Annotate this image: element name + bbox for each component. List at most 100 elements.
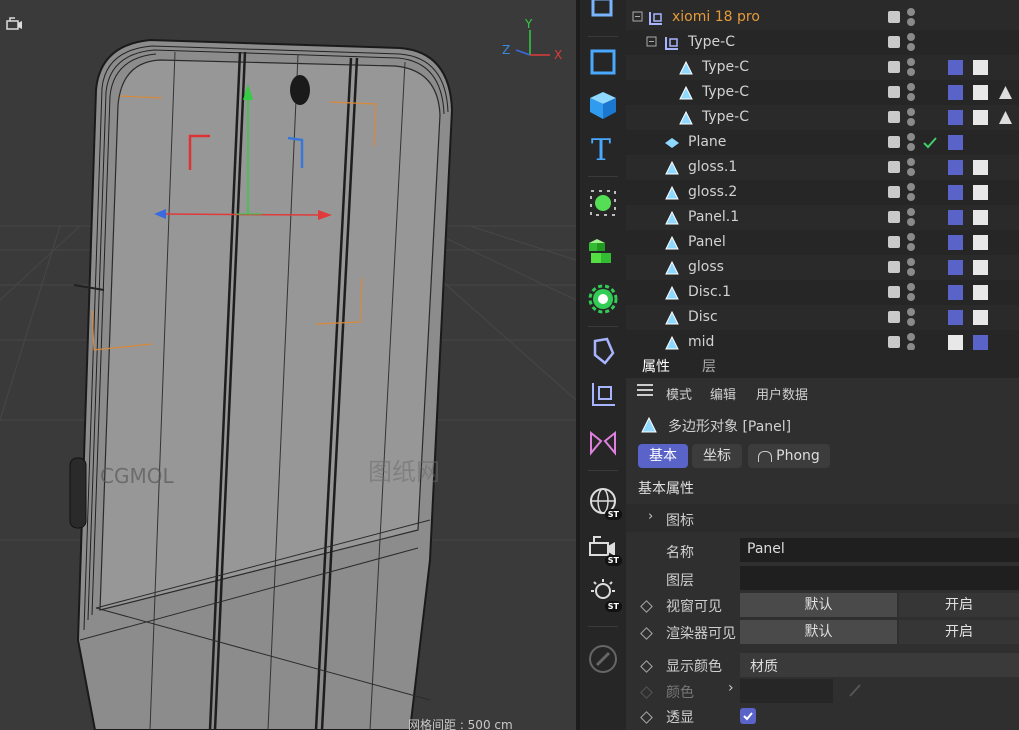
paint-icon[interactable] <box>584 640 622 678</box>
object-row[interactable]: gloss <box>626 255 1019 280</box>
keyframe-icon[interactable] <box>640 627 653 640</box>
material-tag-icon[interactable] <box>948 85 963 100</box>
texture-tag-icon[interactable] <box>948 335 963 350</box>
object-row[interactable]: Disc <box>626 305 1019 330</box>
menu-mode[interactable]: 模式 <box>666 384 692 403</box>
texture-tag-icon[interactable] <box>973 235 988 250</box>
keyframe-icon[interactable] <box>640 600 653 613</box>
material-tag-icon[interactable] <box>948 160 963 175</box>
color-swatch[interactable] <box>740 679 833 703</box>
tab-phong-container[interactable]: Phong <box>748 444 830 468</box>
visibility-dots[interactable] <box>907 233 915 253</box>
check-icon[interactable] <box>922 135 937 150</box>
globe-icon[interactable]: ST <box>584 482 622 520</box>
display-color-dropdown[interactable]: 材质 <box>740 653 1019 677</box>
tab-attributes[interactable]: 属性 <box>642 356 670 376</box>
edit-icon[interactable] <box>888 286 900 298</box>
visibility-dots[interactable] <box>907 308 915 328</box>
edit-icon[interactable] <box>888 161 900 173</box>
visibility-dots[interactable] <box>907 83 915 103</box>
texture-tag-icon[interactable] <box>973 260 988 275</box>
symmetry-icon[interactable] <box>584 424 622 462</box>
material-tag-icon[interactable] <box>948 110 963 125</box>
object-row[interactable]: Type-C <box>626 30 1019 55</box>
menu-userdata[interactable]: 用户数据 <box>756 384 808 403</box>
material-tag-icon[interactable] <box>948 310 963 325</box>
cube-icon[interactable] <box>584 86 622 124</box>
material-tag-icon[interactable] <box>948 60 963 75</box>
texture-tag-icon[interactable] <box>973 285 988 300</box>
triangle-tag-icon[interactable] <box>998 110 1013 125</box>
menu-edit[interactable]: 编辑 <box>710 384 736 403</box>
object-row[interactable]: gloss.1 <box>626 155 1019 180</box>
material-tag-icon[interactable] <box>948 210 963 225</box>
object-row[interactable]: Type-C <box>626 105 1019 130</box>
camera-icon[interactable]: ST <box>584 528 622 566</box>
edit-icon[interactable] <box>888 111 900 123</box>
texture-tag-icon[interactable] <box>973 85 988 100</box>
visibility-dots[interactable] <box>907 8 915 28</box>
tab-basic[interactable]: 基本 <box>638 444 688 468</box>
viewport-visible-default[interactable]: 默认 <box>740 593 897 617</box>
render-visible-on[interactable]: 开启 <box>899 620 1019 644</box>
edit-icon[interactable] <box>888 211 900 223</box>
hamburger-icon[interactable] <box>636 382 654 402</box>
eyedropper-icon[interactable] <box>848 682 862 702</box>
object-row[interactable]: Panel <box>626 230 1019 255</box>
texture-tag-icon[interactable] <box>973 310 988 325</box>
keyframe-icon[interactable] <box>640 686 653 699</box>
object-row[interactable]: Panel.1 <box>626 205 1019 230</box>
material-tag-icon[interactable] <box>948 285 963 300</box>
material-tag-icon[interactable] <box>973 335 988 350</box>
triangle-tag-icon[interactable] <box>998 85 1013 100</box>
visibility-dots[interactable] <box>907 158 915 178</box>
null-icon[interactable] <box>584 376 622 414</box>
texture-tag-icon[interactable] <box>973 185 988 200</box>
object-row[interactable]: Type-C <box>626 55 1019 80</box>
object-row[interactable]: Type-C <box>626 80 1019 105</box>
collapse-icon[interactable] <box>632 5 644 30</box>
edit-icon[interactable] <box>888 236 900 248</box>
deformer-icon[interactable] <box>584 332 622 370</box>
viewport-canvas[interactable]: Y X Z CGMOL 图纸网 <box>0 0 576 730</box>
object-row[interactable]: Plane <box>626 130 1019 155</box>
layer-field[interactable] <box>740 566 1019 590</box>
edit-icon[interactable] <box>888 186 900 198</box>
viewport-visible-on[interactable]: 开启 <box>899 593 1019 617</box>
keyframe-icon[interactable] <box>640 660 653 673</box>
texture-tag-icon[interactable] <box>973 110 988 125</box>
visibility-dots[interactable] <box>907 183 915 203</box>
object-row[interactable]: xiomi 18 pro <box>626 5 1019 30</box>
render-visible-default[interactable]: 默认 <box>740 620 897 644</box>
visibility-dots[interactable] <box>907 283 915 303</box>
edit-icon[interactable] <box>888 11 900 23</box>
square-icon[interactable] <box>584 42 622 80</box>
text-icon[interactable]: T <box>584 130 622 168</box>
material-tag-icon[interactable] <box>948 185 963 200</box>
object-row[interactable]: mid <box>626 330 1019 350</box>
edit-icon[interactable] <box>888 61 900 73</box>
edit-icon[interactable] <box>888 136 900 148</box>
visibility-dots[interactable] <box>907 208 915 228</box>
edit-icon[interactable] <box>888 336 900 348</box>
cloner-icon[interactable] <box>584 232 622 270</box>
edit-icon[interactable] <box>888 311 900 323</box>
texture-tag-icon[interactable] <box>973 210 988 225</box>
visibility-dots[interactable] <box>907 333 915 350</box>
visibility-dots[interactable] <box>907 258 915 278</box>
name-field[interactable]: Panel <box>740 538 1019 562</box>
chevron-right-icon[interactable]: › <box>728 680 734 696</box>
visibility-dots[interactable] <box>907 33 915 53</box>
camera-icon[interactable] <box>6 16 26 34</box>
material-tag-icon[interactable] <box>948 135 963 150</box>
visibility-dots[interactable] <box>907 108 915 128</box>
edit-icon[interactable] <box>888 86 900 98</box>
icon-group-row[interactable]: › 图标 <box>626 504 1019 532</box>
texture-tag-icon[interactable] <box>973 60 988 75</box>
gear-icon[interactable] <box>584 280 622 318</box>
tab-layers[interactable]: 层 <box>702 356 716 376</box>
material-tag-icon[interactable] <box>948 235 963 250</box>
object-row[interactable]: gloss.2 <box>626 180 1019 205</box>
light-icon[interactable]: ST <box>584 574 622 612</box>
edit-icon[interactable] <box>888 261 900 273</box>
